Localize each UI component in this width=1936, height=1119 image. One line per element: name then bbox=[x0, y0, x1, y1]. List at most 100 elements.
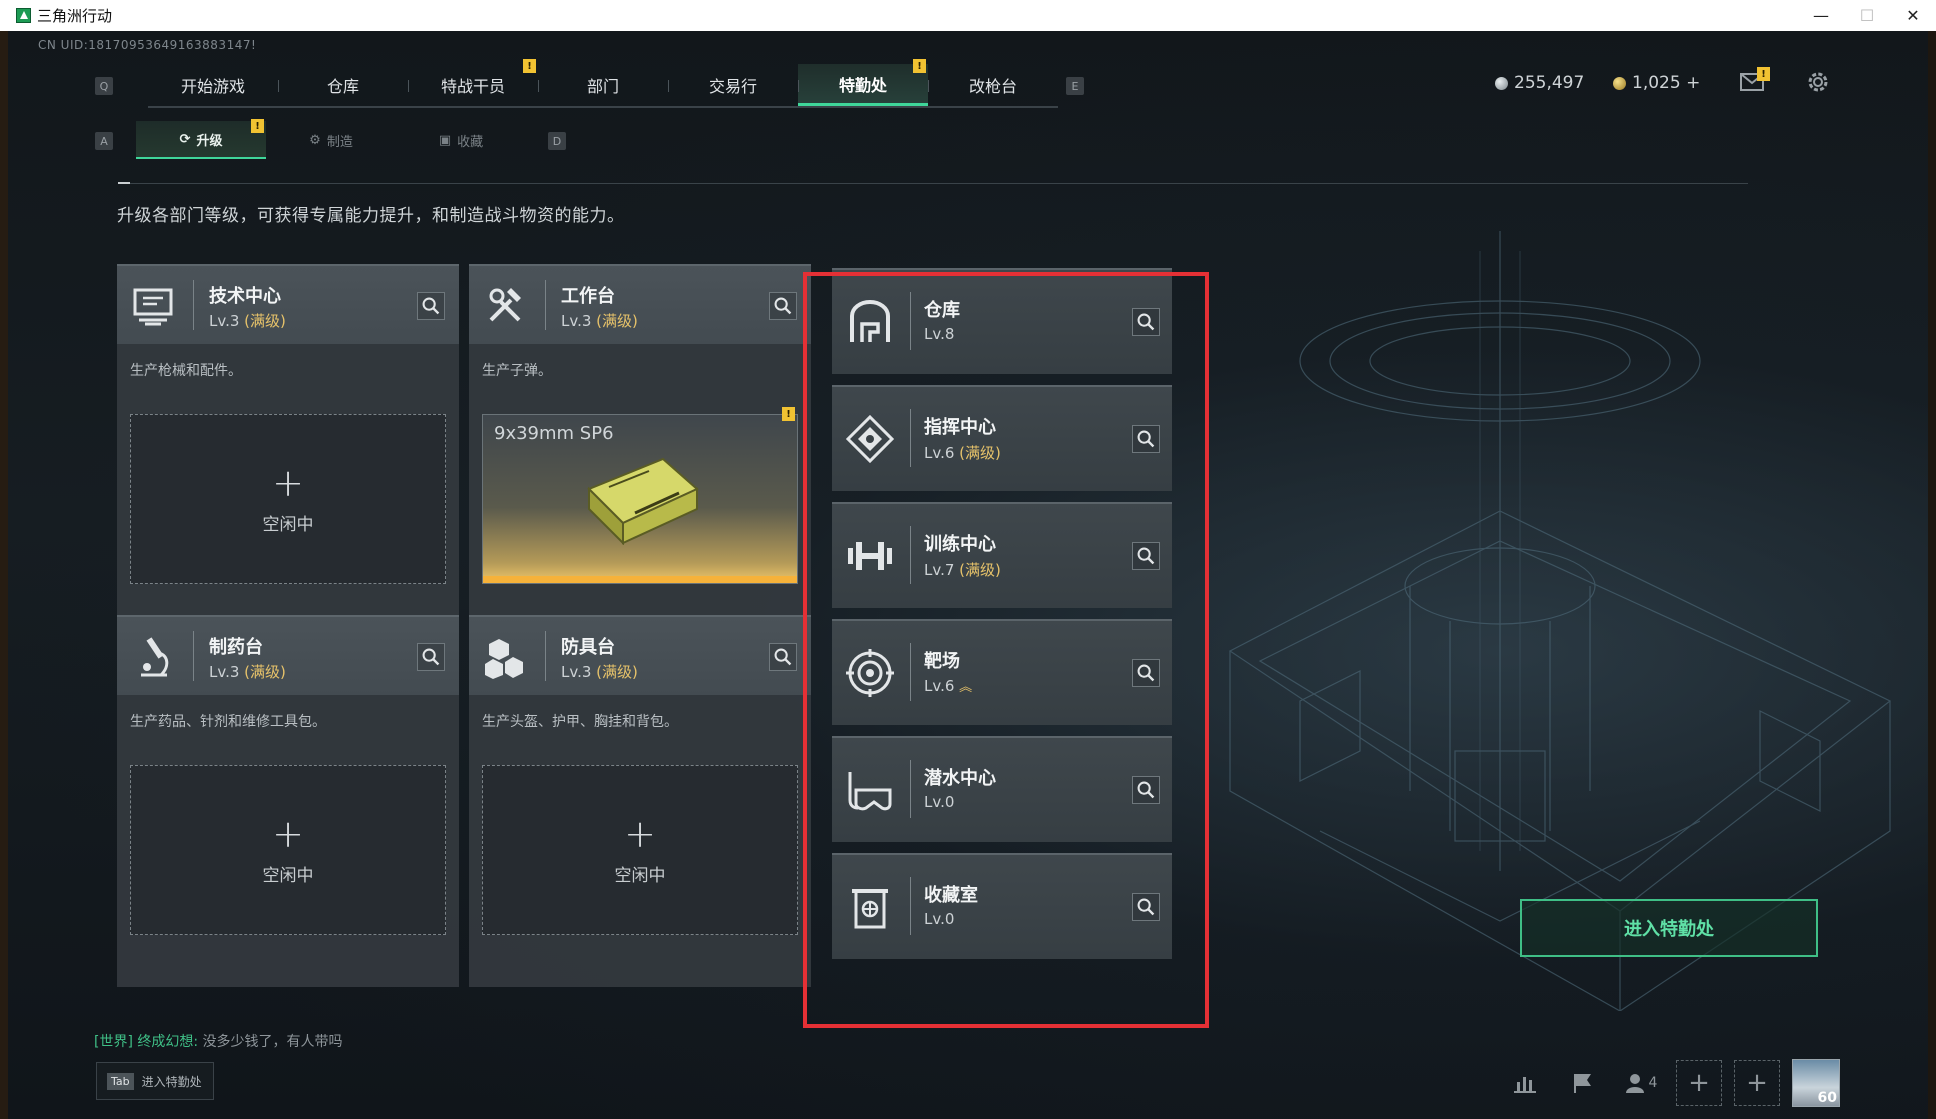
production-slot-active[interactable]: 9x39mm SP6 bbox=[482, 414, 798, 584]
microscope-icon bbox=[141, 637, 169, 677]
idle-status: 空闲中 bbox=[262, 865, 314, 886]
search-icon[interactable] bbox=[769, 292, 797, 320]
flag-icon[interactable] bbox=[1560, 1060, 1606, 1106]
squad-count: 4 bbox=[1648, 1075, 1658, 1091]
subtab-collection[interactable]: ▣ 收藏 bbox=[396, 121, 526, 159]
sub-nav: ⟳ 升级 ⚙ 制造 ▣ 收藏 bbox=[136, 121, 526, 159]
gold-amount: 1,025 + bbox=[1632, 73, 1701, 93]
tab-start-game[interactable]: 开始游戏 bbox=[148, 64, 278, 106]
tab-key-label: 进入特勤处 bbox=[141, 1074, 202, 1089]
gold-currency[interactable]: 1,025 + bbox=[1613, 73, 1700, 93]
alert-badge: ! bbox=[913, 59, 926, 73]
silver-amount: 255,497 bbox=[1514, 73, 1585, 93]
key-hint-sub-next: D bbox=[548, 132, 566, 150]
station-name: 制药台 bbox=[209, 637, 263, 658]
tab-warehouse[interactable]: 仓库 bbox=[278, 64, 408, 106]
idle-status: 空闲中 bbox=[614, 865, 666, 886]
minimize-button[interactable]: — bbox=[1798, 0, 1844, 31]
tab-label: 交易行 bbox=[708, 77, 757, 96]
alert-badge: ! bbox=[523, 59, 536, 73]
station-description: 生产药品、针剂和维修工具包。 bbox=[130, 714, 326, 730]
header-separator bbox=[193, 280, 194, 330]
close-button[interactable]: ✕ bbox=[1890, 0, 1936, 31]
gear-icon[interactable] bbox=[1805, 69, 1831, 95]
tools-icon bbox=[489, 288, 521, 322]
subtab-upgrade[interactable]: ⟳ 升级 bbox=[136, 121, 266, 159]
station-name: 防具台 bbox=[561, 637, 615, 658]
frame-edge-left bbox=[0, 31, 8, 1119]
station-level: Lv.3 (满级) bbox=[209, 310, 286, 331]
tab-label: 开始游戏 bbox=[180, 77, 245, 96]
tab-special-ops[interactable]: 特勤处! bbox=[798, 59, 928, 106]
ammo-box-icon bbox=[587, 457, 699, 545]
squad-button[interactable]: 4 bbox=[1618, 1060, 1664, 1106]
station-header: 制药台 Lv.3 (满级) bbox=[117, 617, 459, 695]
tab-label: 特勤处 bbox=[838, 75, 887, 95]
production-slot-idle[interactable]: + 空闲中 bbox=[130, 414, 446, 584]
key-hint-sub-prev: A bbox=[95, 132, 113, 150]
tab-label: 改枪台 bbox=[968, 77, 1017, 96]
station-card-pharmacy[interactable]: 制药台 Lv.3 (满级) 生产药品、针剂和维修工具包。 + 空闲中 bbox=[117, 615, 459, 987]
craft-icon: ⚙ bbox=[309, 132, 321, 148]
chat-line[interactable]: [世界] 终成幻想: 没多少钱了，有人带吗 bbox=[94, 1031, 343, 1051]
invite-slot-1[interactable]: + bbox=[1676, 1060, 1722, 1106]
level-value: Lv.3 bbox=[561, 312, 592, 330]
squad-icon bbox=[1625, 1074, 1644, 1093]
add-icon: + bbox=[624, 811, 656, 856]
gold-coin-icon bbox=[1613, 76, 1626, 90]
search-icon[interactable] bbox=[417, 643, 445, 671]
station-card-tech-center[interactable]: 技术中心 Lv.3 (满级) 生产枪械和配件。 + 空闲中 bbox=[117, 264, 459, 638]
station-card-armor[interactable]: 防具台 Lv.3 (满级) 生产头盔、护甲、胸挂和背包。 + 空闲中 bbox=[469, 615, 811, 987]
mail-alert-badge: ! bbox=[1757, 67, 1770, 81]
enter-special-ops-button[interactable]: 进入特勤处 bbox=[1520, 899, 1818, 957]
upgrade-icon: ⟳ bbox=[179, 131, 191, 147]
upgrade-alert-badge: ! bbox=[251, 119, 264, 133]
window-controls: — ☐ ✕ bbox=[1798, 0, 1936, 31]
silver-coin-icon bbox=[1495, 76, 1508, 90]
chat-channel: [世界] bbox=[94, 1034, 133, 1050]
monitor-icon bbox=[133, 288, 173, 326]
production-slot-idle[interactable]: + 空闲中 bbox=[130, 765, 446, 935]
station-card-workbench[interactable]: 工作台 Lv.3 (满级) 生产子弹。 9x39mm SP6 ! bbox=[469, 264, 811, 638]
search-icon[interactable] bbox=[769, 643, 797, 671]
tab-operators[interactable]: 特战干员! bbox=[408, 59, 538, 106]
avatar[interactable]: 60 bbox=[1792, 1059, 1840, 1107]
station-header: 防具台 Lv.3 (满级) bbox=[469, 617, 811, 695]
game-screen: CN UID:18170953649163883147! Q 开始游戏 仓库 特… bbox=[0, 31, 1936, 1119]
silver-currency[interactable]: 255,497 bbox=[1495, 73, 1584, 93]
stats-icon[interactable] bbox=[1502, 1060, 1548, 1106]
production-slot-idle[interactable]: + 空闲中 bbox=[482, 765, 798, 935]
max-level-tag: (满级) bbox=[244, 312, 286, 330]
maximize-button[interactable]: ☐ bbox=[1844, 0, 1890, 31]
ready-alert-badge: ! bbox=[782, 407, 795, 421]
player-level: 60 bbox=[1817, 1090, 1837, 1106]
producing-item-name: 9x39mm SP6 bbox=[494, 423, 614, 444]
add-icon: + bbox=[272, 460, 304, 505]
tab-department[interactable]: 部门 bbox=[538, 64, 668, 106]
station-name: 技术中心 bbox=[209, 286, 281, 307]
subtab-label: 升级 bbox=[196, 133, 223, 149]
station-level: Lv.3 (满级) bbox=[209, 661, 286, 682]
window-title: 三角洲行动 bbox=[37, 7, 113, 25]
key-hint-next-tab: E bbox=[1066, 77, 1084, 95]
tab-gunsmith[interactable]: 改枪台 bbox=[928, 64, 1058, 106]
header-separator bbox=[545, 631, 546, 681]
station-level: Lv.3 (满级) bbox=[561, 310, 638, 331]
station-description: 生产枪械和配件。 bbox=[130, 363, 242, 379]
chat-message: 没多少钱了，有人带吗 bbox=[202, 1034, 343, 1050]
invite-slot-2[interactable]: + bbox=[1734, 1060, 1780, 1106]
subtab-craft[interactable]: ⚙ 制造 bbox=[266, 121, 396, 159]
app-logo-icon bbox=[16, 8, 31, 23]
search-icon[interactable] bbox=[417, 292, 445, 320]
tab-key-chip: Tab bbox=[107, 1072, 134, 1090]
header-separator bbox=[545, 280, 546, 330]
level-value: Lv.3 bbox=[209, 312, 240, 330]
frame-edge-right bbox=[1928, 31, 1936, 1119]
tab-market[interactable]: 交易行 bbox=[668, 64, 798, 106]
bottom-toolbar: 4 + + 60 bbox=[1502, 1059, 1840, 1107]
tab-label: 仓库 bbox=[326, 77, 359, 96]
chat-user: 终成幻想: bbox=[137, 1034, 199, 1050]
subtab-label: 收藏 bbox=[457, 134, 484, 150]
tab-key-hint[interactable]: Tab 进入特勤处 bbox=[96, 1062, 214, 1100]
level-value: Lv.3 bbox=[209, 663, 240, 681]
